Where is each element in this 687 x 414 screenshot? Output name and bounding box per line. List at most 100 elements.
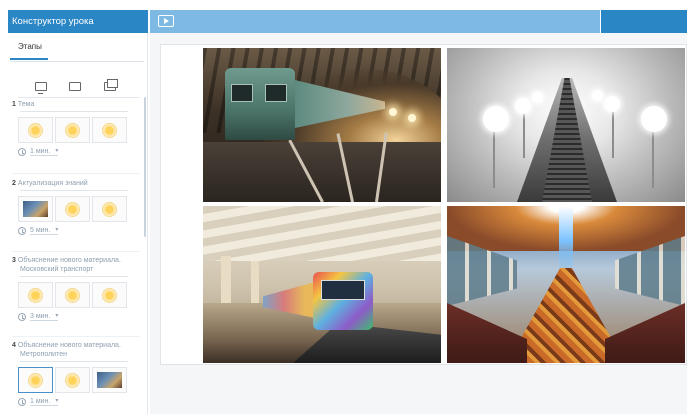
slide-canvas[interactable] <box>160 44 687 365</box>
stage-3[interactable]: 3 Объяснение нового материала. Московский… <box>12 256 140 321</box>
stage-title: 4 Объяснение нового материала. Метрополит… <box>12 341 140 359</box>
thumbnail[interactable] <box>92 117 127 143</box>
train-interior-photo[interactable] <box>447 206 685 363</box>
stage-duration: 1 мин. <box>18 397 140 406</box>
lamp <box>515 98 531 114</box>
divider <box>12 251 140 252</box>
sidebar: Этапы 1Тема 1 мин. 2Актуализация знаний <box>8 33 148 414</box>
sun-icon <box>28 122 43 138</box>
multi-window-icon[interactable] <box>104 79 118 91</box>
stage-title-underline <box>20 276 128 277</box>
lamp-pole <box>612 108 614 158</box>
desktop-icon[interactable] <box>35 82 47 94</box>
stage-number: 3 <box>12 257 16 264</box>
thumbnail[interactable] <box>18 282 53 308</box>
app-title: Конструктор урока <box>12 16 94 27</box>
thumbnail[interactable] <box>55 117 90 143</box>
stage-number: 1 <box>12 101 16 108</box>
slide-workspace <box>150 33 687 414</box>
play-icon[interactable] <box>158 15 174 27</box>
sun-icon <box>65 201 80 217</box>
thumbnail[interactable] <box>92 367 127 393</box>
thumbnail[interactable] <box>18 196 53 222</box>
stage-thumbnails <box>18 196 140 222</box>
stage-duration: 3 мин. <box>18 312 140 321</box>
view-mode-switch <box>8 79 148 94</box>
sun-icon <box>65 372 80 388</box>
thumbnail[interactable] <box>92 196 127 222</box>
thumbnail-selected[interactable] <box>18 367 53 393</box>
clock-icon <box>18 227 26 235</box>
duration-select[interactable]: 5 мин. <box>30 226 59 235</box>
track-bed <box>203 142 441 202</box>
divider <box>12 173 140 174</box>
sun-icon <box>65 287 80 303</box>
metro-tunnel-photo[interactable] <box>203 48 441 202</box>
tunnel-lamp <box>389 108 397 116</box>
header-bar <box>150 10 600 33</box>
app-title-bar: Конструктор урока <box>8 10 148 33</box>
seat-right <box>605 303 685 363</box>
seat-left <box>447 303 527 363</box>
stage-title: 2 Актуализация знаний <box>12 179 140 188</box>
ceiling-light <box>559 206 573 276</box>
thumbnail[interactable] <box>55 282 90 308</box>
tab-stages-label: Этапы <box>18 42 42 51</box>
tab-stages[interactable]: Этапы <box>10 42 48 60</box>
metro-escalator-photo[interactable] <box>447 48 685 202</box>
sun-icon <box>28 287 43 303</box>
duration-select[interactable]: 1 мин. <box>30 397 59 406</box>
stage-thumbnails <box>18 282 140 308</box>
sun-icon <box>102 201 117 217</box>
photo-thumbnail <box>97 372 122 388</box>
clock-icon <box>18 148 26 156</box>
stage-title-text: Тема <box>17 101 35 108</box>
lamp <box>592 90 603 101</box>
duration-select[interactable]: 1 мин. <box>30 147 59 156</box>
stage-subtitle: Метрополитен <box>20 351 67 358</box>
stage-2[interactable]: 2 Актуализация знаний 5 мин. <box>12 179 140 235</box>
sun-icon <box>28 372 43 388</box>
tunnel-lamp <box>408 114 416 122</box>
stage-duration: 5 мин. <box>18 226 140 235</box>
train-window <box>231 84 253 102</box>
photo-thumbnail <box>23 201 48 217</box>
stage-duration: 1 мин. <box>18 147 140 156</box>
sidebar-scrollbar[interactable] <box>144 97 146 237</box>
thumbnail[interactable] <box>55 367 90 393</box>
clock-icon <box>18 398 26 406</box>
stage-title-text: Объяснение нового материала. <box>17 257 121 264</box>
stage-title: 3 Объяснение нового материала. Московский… <box>12 256 140 274</box>
metro-platform-photo[interactable] <box>203 206 441 363</box>
thumbnail[interactable] <box>55 196 90 222</box>
clock-icon <box>18 313 26 321</box>
lamp <box>641 106 667 132</box>
stage-subtitle: Московский транспорт <box>20 266 94 273</box>
stage-title: 1 Тема <box>12 100 140 109</box>
lamp <box>483 106 509 132</box>
train-front <box>225 68 295 140</box>
stage-4[interactable]: 4 Объяснение нового материала. Метрополит… <box>12 341 140 406</box>
stage-thumbnails <box>18 117 140 143</box>
sun-icon <box>65 122 80 138</box>
stage-title-text: Объяснение нового материала. <box>17 342 121 349</box>
lamp <box>532 92 543 103</box>
train-window <box>321 280 365 300</box>
divider <box>18 97 140 98</box>
tablet-icon[interactable] <box>69 82 81 91</box>
stage-1[interactable]: 1 Тема 1 мин. <box>12 100 140 156</box>
lamp <box>604 96 620 112</box>
stage-number: 4 <box>12 342 16 349</box>
thumbnail[interactable] <box>18 117 53 143</box>
stage-number: 2 <box>12 180 16 187</box>
sun-icon <box>102 122 117 138</box>
stage-title-text: Актуализация знаний <box>17 180 88 187</box>
divider <box>12 336 140 337</box>
duration-select[interactable]: 3 мин. <box>30 312 59 321</box>
stage-title-underline <box>20 111 128 112</box>
tab-divider <box>10 61 144 62</box>
stage-title-underline <box>20 190 128 191</box>
sun-icon <box>102 287 117 303</box>
lamp-pole <box>523 108 525 158</box>
thumbnail[interactable] <box>92 282 127 308</box>
